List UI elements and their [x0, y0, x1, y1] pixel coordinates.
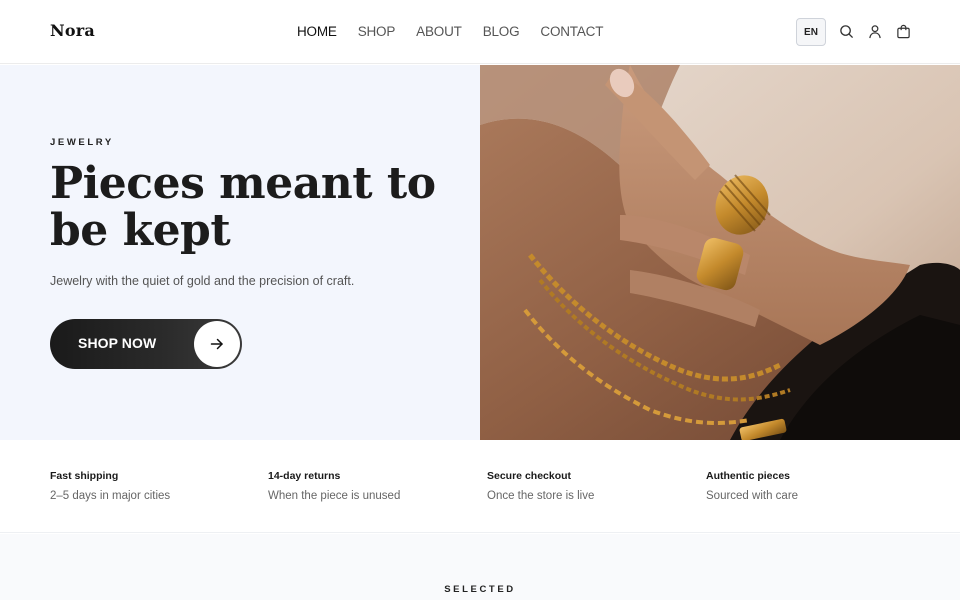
feature-description: 2–5 days in major cities — [50, 490, 171, 502]
feature-description: When the piece is unused — [268, 490, 401, 502]
account-icon[interactable] — [867, 23, 883, 39]
brand-logo[interactable]: Nora — [50, 21, 95, 40]
feature-authentic: Authentic pieces Sourced with care — [706, 470, 798, 502]
nav-item-shop[interactable]: SHOP — [358, 24, 396, 39]
search-icon[interactable] — [838, 23, 854, 39]
nav-item-blog[interactable]: BLOG — [483, 24, 520, 39]
language-selector[interactable]: EN — [796, 18, 826, 46]
nav-item-about[interactable]: ABOUT — [416, 24, 462, 39]
arrow-right-icon — [194, 321, 240, 367]
nav-item-contact[interactable]: CONTACT — [540, 24, 603, 39]
nav-item-home[interactable]: HOME — [297, 24, 337, 39]
features-bar: Fast shipping 2–5 days in major cities 1… — [0, 440, 960, 533]
feature-fast-shipping: Fast shipping 2–5 days in major cities — [50, 470, 170, 502]
feature-secure-checkout: Secure checkout Once the store is live — [487, 470, 594, 502]
shop-now-button[interactable]: SHOP NOW — [50, 319, 242, 369]
site-header: Nora HOME SHOP ABOUT BLOG CONTACT EN — [0, 0, 960, 64]
hero-subtitle: Jewelry with the quiet of gold and the p… — [50, 274, 355, 288]
main-nav: HOME SHOP ABOUT BLOG CONTACT — [297, 24, 624, 39]
feature-returns: 14-day returns When the piece is unused — [268, 470, 400, 502]
hero-image — [480, 65, 960, 440]
feature-title: 14-day returns — [268, 470, 341, 482]
section-label: SELECTED — [444, 584, 516, 595]
hero-title: Pieces meant to be kept — [50, 158, 436, 256]
feature-title: Authentic pieces — [706, 470, 791, 482]
feature-description: Sourced with care — [706, 490, 799, 502]
shop-now-label: SHOP NOW — [78, 335, 157, 351]
hero-eyebrow: JEWELRY — [50, 137, 114, 148]
feature-description: Once the store is live — [487, 490, 595, 502]
feature-title: Secure checkout — [487, 470, 572, 482]
feature-title: Fast shipping — [50, 470, 119, 482]
jewelry-photo-illustration — [480, 65, 960, 440]
cart-icon[interactable] — [895, 23, 911, 39]
